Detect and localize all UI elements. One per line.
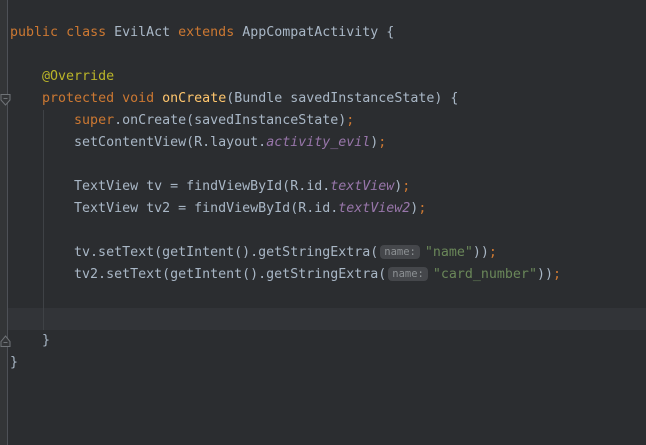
code-line[interactable] <box>8 286 646 308</box>
code-token-def: EvilAct <box>106 25 178 40</box>
code-token-fld: textView2 <box>338 201 410 216</box>
code-token-semi: ; <box>346 113 354 128</box>
code-line[interactable] <box>8 44 646 66</box>
code-token-semi: ; <box>489 245 497 260</box>
code-token-ann: @Override <box>42 69 114 84</box>
code-token-def <box>154 91 162 106</box>
code-token-kw: extends <box>178 25 234 40</box>
code-token-kw: protected <box>42 91 114 106</box>
code-token-def: } <box>10 333 50 348</box>
code-line[interactable]: TextView tv = findViewById(R.id.textView… <box>8 176 646 198</box>
code-line-current[interactable] <box>8 308 646 330</box>
code-line[interactable]: super.onCreate(savedInstanceState); <box>8 110 646 132</box>
code-line[interactable]: TextView tv2 = findViewById(R.id.textVie… <box>8 198 646 220</box>
code-token-fld: textView <box>330 179 394 194</box>
code-token-kw: public <box>10 25 58 40</box>
code-token-kw: super <box>74 113 114 128</box>
code-token-def: (Bundle savedInstanceState) { <box>226 91 458 106</box>
code-token-def: TextView tv = findViewById(R.id. <box>10 179 330 194</box>
code-line[interactable]: tv.setText(getIntent().getStringExtra(na… <box>8 242 646 264</box>
parameter-name-hint: name: <box>388 267 428 281</box>
code-line[interactable]: setContentView(R.layout.activity_evil); <box>8 132 646 154</box>
code-token-meth: onCreate <box>162 91 226 106</box>
code-token-kw: class <box>66 25 106 40</box>
editor-gutter[interactable] <box>0 0 8 445</box>
code-token-semi: ; <box>418 201 426 216</box>
code-token-str: "name" <box>425 245 473 260</box>
code-token-def <box>114 91 122 106</box>
parameter-name-hint: name: <box>380 245 420 259</box>
code-token-str: "card_number" <box>433 267 537 282</box>
code-token-def: tv.setText(getIntent().getStringExtra( <box>10 245 378 260</box>
code-line[interactable] <box>8 0 646 22</box>
code-token-def: .onCreate(savedInstanceState) <box>114 113 346 128</box>
code-token-def: tv2.setText(getIntent().getStringExtra( <box>10 267 386 282</box>
code-token-def <box>10 69 42 84</box>
code-token-def: )) <box>537 267 553 282</box>
code-editor[interactable]: public class EvilAct extends AppCompatAc… <box>8 0 646 445</box>
code-token-def <box>58 25 66 40</box>
code-line[interactable]: public class EvilAct extends AppCompatAc… <box>8 22 646 44</box>
code-token-fld: activity_evil <box>266 135 370 150</box>
code-token-semi: ; <box>553 267 561 282</box>
fold-collapse-end-icon[interactable] <box>0 335 11 348</box>
indent-guide <box>43 110 44 330</box>
code-line[interactable]: protected void onCreate(Bundle savedInst… <box>8 88 646 110</box>
code-editor-window: public class EvilAct extends AppCompatAc… <box>0 0 646 445</box>
code-token-def: TextView tv2 = findViewById(R.id. <box>10 201 338 216</box>
code-line[interactable]: } <box>8 330 646 352</box>
code-line[interactable] <box>8 220 646 242</box>
code-token-def <box>10 91 42 106</box>
code-token-def: )) <box>473 245 489 260</box>
code-token-def: setContentView(R.layout. <box>10 135 266 150</box>
fold-collapse-start-icon[interactable] <box>0 93 11 106</box>
code-line[interactable] <box>8 154 646 176</box>
code-token-def: AppCompatActivity { <box>234 25 394 40</box>
code-line[interactable]: tv2.setText(getIntent().getStringExtra(n… <box>8 264 646 286</box>
code-token-kw: void <box>122 91 154 106</box>
code-token-semi: ; <box>402 179 410 194</box>
code-line[interactable]: @Override <box>8 66 646 88</box>
code-token-semi: ; <box>378 135 386 150</box>
code-line[interactable]: } <box>8 352 646 374</box>
code-token-def: } <box>10 355 18 370</box>
